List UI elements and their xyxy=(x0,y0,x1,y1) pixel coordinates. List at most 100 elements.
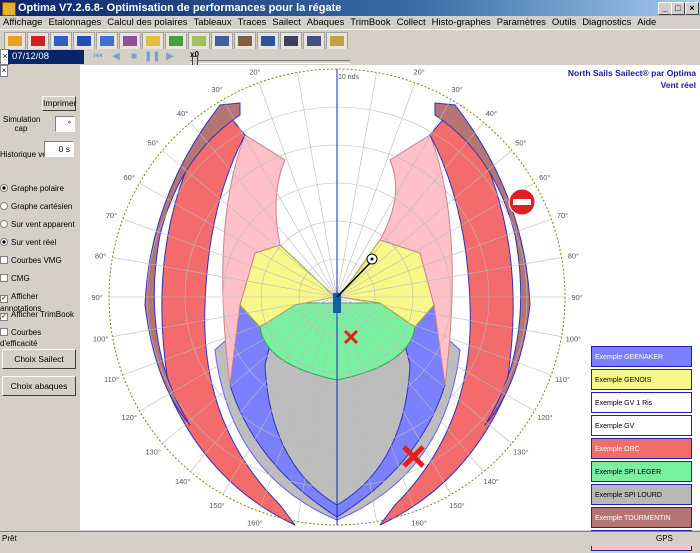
status-text: Prêt xyxy=(2,534,17,543)
legend-item[interactable]: Exemple SPI LOURD xyxy=(591,484,692,505)
option-courbes-efficacite[interactable]: Courbes d'efficacité xyxy=(0,327,80,349)
play-icon[interactable]: ▶ xyxy=(162,50,178,64)
menu-sailect[interactable]: Sailect xyxy=(269,16,304,29)
minimize-button[interactable]: _ xyxy=(658,2,672,15)
histo-input[interactable]: 0 s xyxy=(44,141,74,157)
title-bar: Optima V7.2.6.8- Optimisation de perform… xyxy=(0,0,700,16)
menu-tableaux[interactable]: Tableaux xyxy=(191,16,235,29)
step-back-icon[interactable]: ◀ xyxy=(108,50,124,64)
boats-sails-icon[interactable] xyxy=(96,32,118,50)
menu-outils[interactable]: Outils xyxy=(549,16,579,29)
angle-label: 80° xyxy=(568,251,579,260)
boats-blue-icon[interactable] xyxy=(73,32,95,50)
checkbox-icon[interactable] xyxy=(0,328,8,336)
hand-icon[interactable] xyxy=(119,32,141,50)
option-cmg[interactable]: CMG xyxy=(0,273,30,284)
close-left-panel-icon[interactable]: × xyxy=(0,65,8,77)
option-courbes-vmg[interactable]: Courbes VMG xyxy=(0,255,62,266)
choix-abaques-button[interactable]: Choix abaques xyxy=(2,376,76,396)
angle-label: 40° xyxy=(486,109,497,118)
pause-icon[interactable]: ❚❚ xyxy=(144,50,161,64)
option-afficher-trimbook[interactable]: ✓ Afficher TrimBook xyxy=(0,309,74,321)
number-icon[interactable] xyxy=(257,32,279,50)
sim-cap-input[interactable]: ° xyxy=(55,116,75,132)
legend-item[interactable]: Exemple GEENAKER xyxy=(591,346,692,367)
legend-item[interactable]: Exemple GV 1 Ris xyxy=(591,392,692,413)
checkbox-checked-icon[interactable]: ✓ xyxy=(0,295,8,303)
toolbar xyxy=(0,29,700,50)
angle-label: 120° xyxy=(121,413,137,422)
menu-aide[interactable]: Aide xyxy=(634,16,659,29)
grid-icon[interactable] xyxy=(188,32,210,50)
angle-label: 60° xyxy=(124,173,135,182)
angle-label: 20° xyxy=(249,68,260,77)
angle-label: 50° xyxy=(147,139,158,148)
menu-collect[interactable]: Collect xyxy=(394,16,429,29)
status-bar: Prêt GPS xyxy=(0,531,700,546)
choix-sailect-button[interactable]: Choix Sailect xyxy=(2,349,76,369)
polar-plot-area[interactable]: North Sails Sailect® par Optima Vent réel… xyxy=(80,65,700,551)
angle-label: 80° xyxy=(95,251,106,260)
sails-icon[interactable] xyxy=(165,32,187,50)
radio-icon[interactable] xyxy=(0,238,8,246)
projector-icon[interactable] xyxy=(280,32,302,50)
skip-start-icon[interactable]: ⏮ xyxy=(90,50,106,64)
radio-icon[interactable] xyxy=(0,202,8,210)
menu-parametres[interactable]: Paramètres xyxy=(494,16,549,29)
option-vent-reel[interactable]: Sur vent réel xyxy=(0,237,56,248)
angle-label: 140° xyxy=(175,477,191,486)
menu-trimbook[interactable]: TrimBook xyxy=(347,16,393,29)
gps-status: GPS xyxy=(656,534,673,543)
angle-label: 150° xyxy=(209,501,225,510)
datetime-display: 07/12/08 07:38:13 xyxy=(8,50,84,76)
legend-item[interactable]: Exemple TOURMENTIN xyxy=(591,507,692,528)
angle-label: 70° xyxy=(557,211,568,220)
menu-affichage[interactable]: Affichage xyxy=(0,16,45,29)
print-button[interactable]: Imprimer xyxy=(42,96,77,111)
left-panel: × Imprimer Simulation cap ° Historique v… xyxy=(0,65,80,530)
camera2-icon[interactable] xyxy=(303,32,325,50)
angle-label: 90° xyxy=(571,293,582,302)
legend-item[interactable]: Exemple GENOIS xyxy=(591,369,692,390)
angle-label: 130° xyxy=(145,447,161,456)
option-graphe-cartesien[interactable]: Graphe cartésien xyxy=(0,201,72,212)
boats-icon[interactable] xyxy=(50,32,72,50)
radio-icon[interactable] xyxy=(0,184,8,192)
menu-traces[interactable]: Traces xyxy=(235,16,270,29)
checkbox-checked-icon[interactable]: ✓ xyxy=(0,313,8,321)
window-title: Optima V7.2.6.8- Optimisation de perform… xyxy=(18,2,342,14)
table-icon[interactable] xyxy=(326,32,348,50)
legend-item[interactable]: Exemple GV xyxy=(591,415,692,436)
maximize-button[interactable]: □ xyxy=(671,2,685,15)
menu-abaques[interactable]: Abaques xyxy=(304,16,348,29)
menu-calcul-polaires[interactable]: Calcul des polaires xyxy=(104,16,190,29)
menu-diagnostics[interactable]: Diagnostics xyxy=(579,16,634,29)
menu-etalonnages[interactable]: Etalonnages xyxy=(45,16,104,29)
app-icon xyxy=(2,2,16,16)
option-vent-apparent[interactable]: Sur vent apparent xyxy=(0,219,75,230)
checkbox-icon[interactable] xyxy=(0,274,8,282)
angle-label: 20° xyxy=(413,68,424,77)
close-button[interactable]: × xyxy=(685,2,699,15)
legend-item[interactable]: Exemple SPI LEGER xyxy=(591,461,692,482)
speed-slider[interactable] xyxy=(190,60,350,64)
menu-histo-graphes[interactable]: Histo-graphes xyxy=(429,16,494,29)
angle-label: 130° xyxy=(513,447,529,456)
stop-icon[interactable]: ■ xyxy=(126,50,142,64)
angle-label: 90° xyxy=(91,293,102,302)
angle-label: 70° xyxy=(106,211,117,220)
no-entry-bar xyxy=(513,199,531,205)
angle-label: 150° xyxy=(449,501,465,510)
wind-target-dot xyxy=(370,257,374,261)
tape-icon[interactable] xyxy=(4,32,26,50)
angle-label: 30° xyxy=(451,85,462,94)
radio-icon[interactable] xyxy=(0,220,8,228)
angle-label: 120° xyxy=(537,413,553,422)
legend-item[interactable]: Exemple ORC xyxy=(591,438,692,459)
tape-red-icon[interactable] xyxy=(27,32,49,50)
camera-icon[interactable] xyxy=(234,32,256,50)
film-icon[interactable] xyxy=(211,32,233,50)
option-graphe-polaire[interactable]: Graphe polaire xyxy=(0,183,64,194)
checkbox-icon[interactable] xyxy=(0,256,8,264)
eye-icon[interactable] xyxy=(142,32,164,50)
